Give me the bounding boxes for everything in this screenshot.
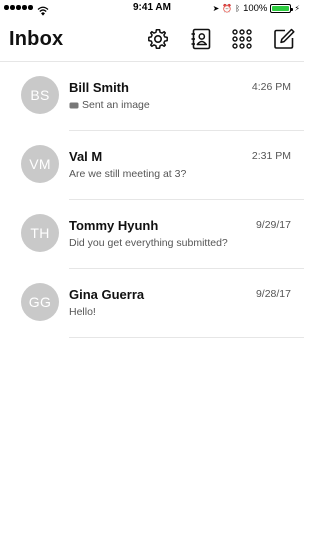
contact-name: Tommy Hyunh <box>69 218 159 233</box>
contacts-icon[interactable] <box>189 27 213 51</box>
message-time: 9/28/17 <box>255 288 291 300</box>
contact-name: Val M <box>69 149 103 164</box>
message-time: 2:31 PM <box>251 150 291 162</box>
image-icon <box>69 102 79 109</box>
avatar: VM <box>21 145 59 183</box>
status-right-group: ➤ ⏰ ᛒ 100% ⚡ <box>213 3 300 14</box>
settings-icon[interactable] <box>146 27 170 51</box>
avatar: BS <box>21 76 59 114</box>
message-preview: Did you get everything submitted? <box>69 237 228 249</box>
message-time: 4:26 PM <box>251 81 291 93</box>
alarm-icon: ⏰ <box>222 4 233 13</box>
location-icon: ➤ <box>212 4 220 13</box>
conversation-list: BS Bill Smith 4:26 PM Sent an image VM V… <box>0 62 304 338</box>
header: Inbox <box>0 22 304 58</box>
message-time: 9/29/17 <box>255 219 291 231</box>
message-preview: Hello! <box>69 306 96 318</box>
conversation-row[interactable]: GG Gina Guerra 9/28/17 Hello! <box>0 269 304 338</box>
apps-grid-icon[interactable] <box>230 27 254 51</box>
battery-level <box>272 6 290 11</box>
conversation-row[interactable]: VM Val M 2:31 PM Are we still meeting at… <box>0 131 304 200</box>
compose-icon[interactable] <box>272 27 296 51</box>
row-divider <box>69 337 304 338</box>
page-title: Inbox <box>9 28 64 50</box>
message-preview: Are we still meeting at 3? <box>69 168 186 180</box>
message-preview: Sent an image <box>69 99 150 111</box>
avatar: GG <box>21 283 59 321</box>
preview-text: Did you get everything submitted? <box>69 237 228 249</box>
preview-text: Hello! <box>69 306 96 318</box>
preview-text: Are we still meeting at 3? <box>69 168 187 180</box>
preview-text: Sent an image <box>82 99 150 111</box>
bluetooth-icon: ᛒ <box>235 4 241 13</box>
charging-icon: ⚡ <box>294 4 300 13</box>
conversation-row[interactable]: TH Tommy Hyunh 9/29/17 Did you get every… <box>0 200 304 269</box>
avatar: TH <box>21 214 59 252</box>
contact-name: Bill Smith <box>69 80 129 95</box>
contact-name: Gina Guerra <box>69 287 145 302</box>
battery-icon <box>270 4 294 13</box>
battery-percent: 100% <box>243 3 268 14</box>
status-bar: 9:41 AM ➤ ⏰ ᛒ 100% ⚡ <box>0 0 304 17</box>
conversation-row[interactable]: BS Bill Smith 4:26 PM Sent an image <box>0 62 304 131</box>
